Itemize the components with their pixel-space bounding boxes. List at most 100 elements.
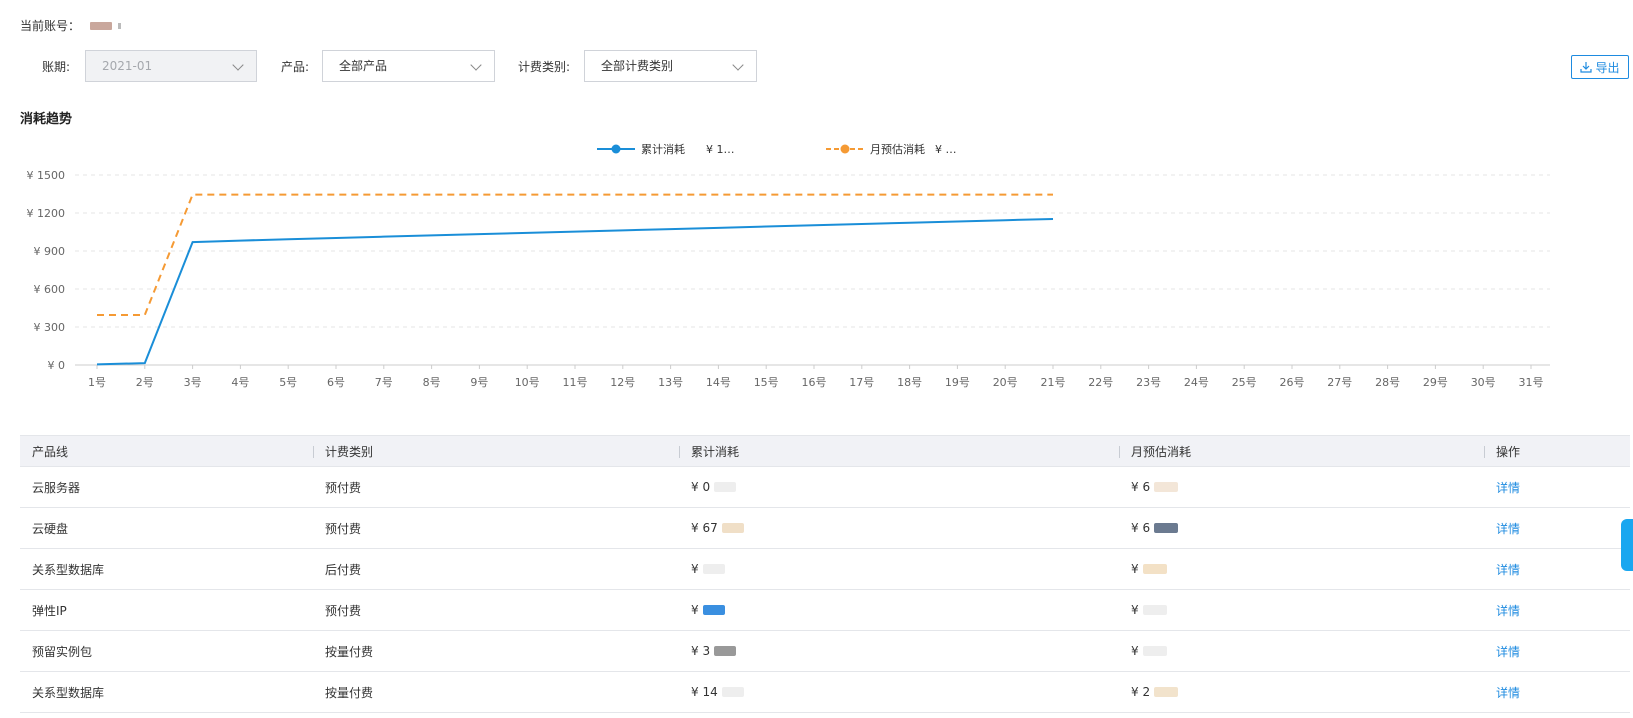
product-label: 产品: [281,60,310,74]
y-tick-label: ¥ 0 [48,359,66,372]
cell-billing-type: 预付费 [325,480,362,495]
header-billing-type: 计费类别 [313,436,679,466]
side-float-tab[interactable] [1621,519,1633,571]
cell-action: 详情 [1484,467,1630,507]
cell-action: 详情 [1484,672,1630,712]
x-tick-label: 13号 [658,376,683,389]
x-tick-label: 17号 [849,376,874,389]
legend-label: 累计消耗 [641,142,685,156]
cell-cumulative: ¥ [679,549,1119,589]
x-tick-label: 16号 [802,376,827,389]
x-tick-label: 11号 [563,376,588,389]
redacted-value [1142,564,1167,574]
cell-cumulative: ¥ 0 [679,467,1119,507]
x-tick-label: 25号 [1232,376,1257,389]
redacted-value [702,564,725,574]
cell-cumulative: ¥ [679,590,1119,630]
filter-bar: 账期: 2021-01 产品: 全部产品 计费类别: 全部计费类别 [0,50,1633,82]
y-tick-label: ¥ 300 [34,321,66,334]
cell-estimate: ¥ 6 [1119,508,1484,548]
cell-estimate: ¥ [1119,549,1484,589]
x-tick-label: 2号 [136,376,154,389]
table-body: 云服务器 预付费 ¥ 0 ¥ 6 详情 云硬盘 预付费 ¥ 67 ¥ 6 详情 关系型数据库 后付费 ¥… [20,467,1630,713]
x-tick-label: 28号 [1375,376,1400,389]
billing-value: 全部计费类别 [601,59,674,73]
x-tick-label: 26号 [1280,376,1305,389]
cell-product-line: 关系型数据库 [32,562,105,577]
x-tick-label: 30号 [1471,376,1496,389]
details-link[interactable]: 详情 [1496,684,1520,701]
x-tick-label: 22号 [1088,376,1113,389]
product-select[interactable]: 全部产品 [322,50,495,82]
redacted-value [1142,646,1167,656]
table-row: 预留实例包 按量付费 ¥ 3 ¥ 详情 [20,631,1630,672]
account-label: 当前账号： [20,19,81,33]
cell-cumulative: ¥ 14 [679,672,1119,712]
chevron-down-icon [232,59,244,71]
x-tick-label: 20号 [993,376,1018,389]
details-link[interactable]: 详情 [1496,479,1520,496]
x-tick-label: 5号 [279,376,297,389]
x-tick-label: 29号 [1423,376,1448,389]
cell-product-line: 云硬盘 [32,521,69,536]
y-tick-label: ¥ 1200 [27,207,66,220]
details-link[interactable]: 详情 [1496,561,1520,578]
legend-value: ¥ … [935,143,957,156]
cell-cumulative: ¥ 3 [679,631,1119,671]
cell-product-line: 弹性IP [32,603,67,618]
cell-billing-type: 预付费 [325,603,362,618]
redacted-value [721,523,744,533]
chevron-down-icon [732,59,744,71]
x-tick-label: 7号 [375,376,393,389]
billing-select[interactable]: 全部计费类别 [584,50,757,82]
x-tick-label: 15号 [754,376,779,389]
redacted-value [714,646,737,656]
redacted-value [702,605,725,615]
redacted-value [1154,523,1179,533]
period-select[interactable]: 2021-01 [85,50,257,82]
table-header: 产品线 计费类别 累计消耗 月预估消耗 操作 [20,436,1630,467]
cell-product-line: 预留实例包 [32,644,93,659]
legend-marker [611,144,621,154]
x-tick-label: 31号 [1519,376,1544,389]
details-link[interactable]: 详情 [1496,602,1520,619]
product-value: 全部产品 [339,59,388,73]
x-tick-label: 4号 [231,376,249,389]
cell-billing-type: 预付费 [325,521,362,536]
x-tick-label: 24号 [1184,376,1209,389]
x-tick-label: 8号 [423,376,441,389]
redacted-value [1142,605,1167,615]
details-link[interactable]: 详情 [1496,520,1520,537]
details-link[interactable]: 详情 [1496,643,1520,660]
table-row: 云硬盘 预付费 ¥ 67 ¥ 6 详情 [20,508,1630,549]
redacted-value [721,687,744,697]
download-icon [1580,62,1593,73]
header-product-line: 产品线 [32,444,69,459]
x-tick-label: 27号 [1327,376,1352,389]
legend-value: ¥ 1… [706,143,735,156]
cell-action: 详情 [1484,508,1630,548]
y-tick-label: ¥ 1500 [27,169,66,182]
x-tick-label: 21号 [1041,376,1066,389]
legend-marker [840,144,850,154]
x-tick-label: 23号 [1136,376,1161,389]
export-label: 导出 [1595,60,1620,75]
current-account: 当前账号： [20,17,122,34]
x-tick-label: 3号 [184,376,202,389]
header-estimate: 月预估消耗 [1119,436,1484,466]
cell-billing-type: 按量付费 [325,685,374,700]
export-button[interactable]: 导出 [1571,55,1629,79]
consumption-trend-chart: ¥ 0 ¥ 300 ¥ 600 ¥ 900 ¥ 1200 ¥ 1500 1号 2号 3号 4号 5号… [27,142,1550,389]
x-tick-label: 6号 [327,376,345,389]
cell-estimate: ¥ [1119,590,1484,630]
legend-label: 月预估消耗 [870,142,925,156]
x-tick-label: 1号 [88,376,106,389]
redacted-value [1154,687,1179,697]
y-tick-label: ¥ 900 [34,245,66,258]
cell-billing-type: 后付费 [325,562,362,577]
redacted-value [714,482,737,492]
consumption-table: 产品线 计费类别 累计消耗 月预估消耗 操作 云服务器 预付费 ¥ 0 ¥ 6 详情 云硬… [20,435,1630,713]
header-cumulative: 累计消耗 [679,436,1119,466]
cell-product-line: 关系型数据库 [32,685,105,700]
cell-billing-type: 按量付费 [325,644,374,659]
